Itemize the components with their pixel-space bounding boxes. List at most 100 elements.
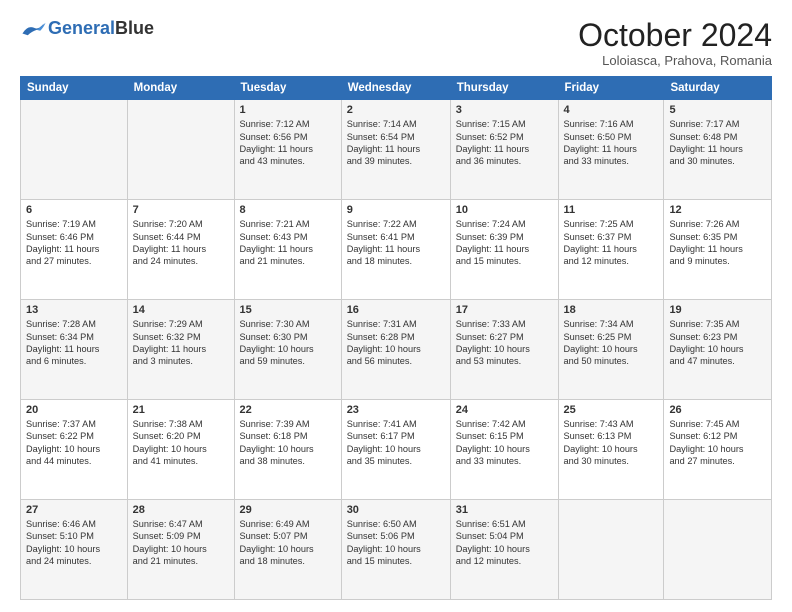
day-number: 7 [133,204,229,216]
week-row: 6 Sunrise: 7:19 AM Sunset: 6:46 PM Daylig… [21,200,772,300]
calendar-cell: 7 Sunrise: 7:20 AM Sunset: 6:44 PM Daylig… [127,200,234,300]
calendar-cell: 31 Sunrise: 6:51 AM Sunset: 5:04 PM Dayli… [450,500,558,600]
cell-details: Sunrise: 7:33 AM Sunset: 6:27 PM Dayligh… [456,318,553,368]
title-block: October 2024 Loloiasca, Prahova, Romania [578,18,772,68]
calendar-cell: 20Sunrise: 7:37 AM Sunset: 6:22 PM Dayli… [21,400,128,500]
calendar-cell: 21Sunrise: 7:38 AM Sunset: 6:20 PM Dayli… [127,400,234,500]
cell-details: Sunrise: 7:21 AM Sunset: 6:43 PM Dayligh… [240,218,336,268]
day-number: 5 [669,104,766,116]
calendar-cell: 10 Sunrise: 7:24 AM Sunset: 6:39 PM Dayli… [450,200,558,300]
calendar-table: SundayMondayTuesdayWednesdayThursdayFrid… [20,76,772,600]
col-header-thursday: Thursday [450,77,558,100]
day-number: 10 [456,204,553,216]
day-number: 25 [564,404,659,416]
day-number: 20 [26,404,122,416]
day-number: 16 [347,304,445,316]
cell-details: Sunrise: 7:19 AM Sunset: 6:46 PM Dayligh… [26,218,122,268]
month-title: October 2024 [578,18,772,53]
week-row: 27Sunrise: 6:46 AM Sunset: 5:10 PM Dayli… [21,500,772,600]
calendar-cell: 29Sunrise: 6:49 AM Sunset: 5:07 PM Dayli… [234,500,341,600]
cell-details: Sunrise: 7:22 AM Sunset: 6:41 PM Dayligh… [347,218,445,268]
cell-details: Sunrise: 7:38 AM Sunset: 6:20 PM Dayligh… [133,418,229,468]
cell-details: Sunrise: 7:45 AM Sunset: 6:12 PM Dayligh… [669,418,766,468]
day-number: 11 [564,204,659,216]
calendar-cell: 9 Sunrise: 7:22 AM Sunset: 6:41 PM Daylig… [341,200,450,300]
day-number: 26 [669,404,766,416]
day-number: 13 [26,304,122,316]
cell-details: Sunrise: 7:15 AM Sunset: 6:52 PM Dayligh… [456,118,553,168]
day-number: 6 [26,204,122,216]
day-number: 4 [564,104,659,116]
header: GeneralBlue October 2024 Loloiasca, Prah… [20,18,772,68]
calendar-cell: 24 Sunrise: 7:42 AM Sunset: 6:15 PM Dayli… [450,400,558,500]
calendar-cell: 13 Sunrise: 7:28 AM Sunset: 6:34 PM Dayli… [21,300,128,400]
cell-details: Sunrise: 6:47 AM Sunset: 5:09 PM Dayligh… [133,518,229,568]
cell-details: Sunrise: 7:28 AM Sunset: 6:34 PM Dayligh… [26,318,122,368]
cell-details: Sunrise: 7:16 AM Sunset: 6:50 PM Dayligh… [564,118,659,168]
cell-details: Sunrise: 7:26 AM Sunset: 6:35 PM Dayligh… [669,218,766,268]
cell-details: Sunrise: 7:25 AM Sunset: 6:37 PM Dayligh… [564,218,659,268]
day-number: 31 [456,504,553,516]
calendar-cell [664,500,772,600]
calendar-cell: 16Sunrise: 7:31 AM Sunset: 6:28 PM Dayli… [341,300,450,400]
calendar-cell: 22 Sunrise: 7:39 AM Sunset: 6:18 PM Dayli… [234,400,341,500]
cell-details: Sunrise: 6:50 AM Sunset: 5:06 PM Dayligh… [347,518,445,568]
col-header-sunday: Sunday [21,77,128,100]
day-number: 14 [133,304,229,316]
page: GeneralBlue October 2024 Loloiasca, Prah… [0,0,792,612]
calendar-cell: 11 Sunrise: 7:25 AM Sunset: 6:37 PM Dayli… [558,200,664,300]
cell-details: Sunrise: 7:39 AM Sunset: 6:18 PM Dayligh… [240,418,336,468]
cell-details: Sunrise: 7:43 AM Sunset: 6:13 PM Dayligh… [564,418,659,468]
day-number: 19 [669,304,766,316]
day-number: 29 [240,504,336,516]
day-number: 9 [347,204,445,216]
day-number: 2 [347,104,445,116]
day-number: 12 [669,204,766,216]
logo-text: GeneralBlue [48,18,154,39]
calendar-cell: 19Sunrise: 7:35 AM Sunset: 6:23 PM Dayli… [664,300,772,400]
day-number: 3 [456,104,553,116]
calendar-cell: 5 Sunrise: 7:17 AM Sunset: 6:48 PM Daylig… [664,100,772,200]
logo: GeneralBlue [20,18,154,39]
calendar-cell: 25 Sunrise: 7:43 AM Sunset: 6:13 PM Dayli… [558,400,664,500]
calendar-cell: 2 Sunrise: 7:14 AM Sunset: 6:54 PM Daylig… [341,100,450,200]
calendar-cell: 12 Sunrise: 7:26 AM Sunset: 6:35 PM Dayli… [664,200,772,300]
logo-line: GeneralBlue [20,18,154,39]
week-row: 13 Sunrise: 7:28 AM Sunset: 6:34 PM Dayli… [21,300,772,400]
calendar-cell: 18Sunrise: 7:34 AM Sunset: 6:25 PM Dayli… [558,300,664,400]
cell-details: Sunrise: 7:12 AM Sunset: 6:56 PM Dayligh… [240,118,336,168]
cell-details: Sunrise: 6:51 AM Sunset: 5:04 PM Dayligh… [456,518,553,568]
logo-icon [20,21,48,37]
calendar-cell: 14 Sunrise: 7:29 AM Sunset: 6:32 PM Dayli… [127,300,234,400]
day-number: 15 [240,304,336,316]
cell-details: Sunrise: 7:42 AM Sunset: 6:15 PM Dayligh… [456,418,553,468]
day-number: 1 [240,104,336,116]
calendar-cell [21,100,128,200]
week-row: 1 Sunrise: 7:12 AM Sunset: 6:56 PM Daylig… [21,100,772,200]
day-number: 27 [26,504,122,516]
location-subtitle: Loloiasca, Prahova, Romania [578,53,772,68]
day-number: 30 [347,504,445,516]
calendar-cell: 8 Sunrise: 7:21 AM Sunset: 6:43 PM Daylig… [234,200,341,300]
cell-details: Sunrise: 7:17 AM Sunset: 6:48 PM Dayligh… [669,118,766,168]
calendar-cell: 17 Sunrise: 7:33 AM Sunset: 6:27 PM Dayli… [450,300,558,400]
day-number: 8 [240,204,336,216]
cell-details: Sunrise: 7:20 AM Sunset: 6:44 PM Dayligh… [133,218,229,268]
calendar-cell: 27Sunrise: 6:46 AM Sunset: 5:10 PM Dayli… [21,500,128,600]
col-header-monday: Monday [127,77,234,100]
cell-details: Sunrise: 7:29 AM Sunset: 6:32 PM Dayligh… [133,318,229,368]
cell-details: Sunrise: 7:14 AM Sunset: 6:54 PM Dayligh… [347,118,445,168]
col-header-wednesday: Wednesday [341,77,450,100]
col-header-tuesday: Tuesday [234,77,341,100]
cell-details: Sunrise: 7:24 AM Sunset: 6:39 PM Dayligh… [456,218,553,268]
calendar-cell: 26 Sunrise: 7:45 AM Sunset: 6:12 PM Dayli… [664,400,772,500]
day-number: 22 [240,404,336,416]
calendar-cell: 3 Sunrise: 7:15 AM Sunset: 6:52 PM Daylig… [450,100,558,200]
calendar-cell [127,100,234,200]
col-header-friday: Friday [558,77,664,100]
day-number: 28 [133,504,229,516]
cell-details: Sunrise: 7:41 AM Sunset: 6:17 PM Dayligh… [347,418,445,468]
calendar-cell: 1 Sunrise: 7:12 AM Sunset: 6:56 PM Daylig… [234,100,341,200]
day-number: 24 [456,404,553,416]
day-number: 17 [456,304,553,316]
